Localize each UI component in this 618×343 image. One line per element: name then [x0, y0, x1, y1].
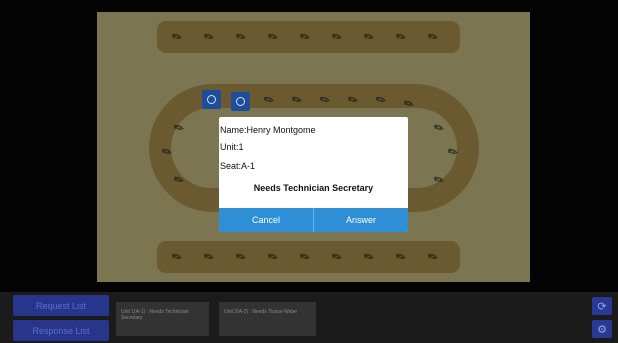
seat-icon[interactable]: ✎	[230, 246, 252, 268]
seat-icon[interactable]: ✎	[390, 246, 412, 268]
seat-selected-a2[interactable]	[231, 92, 250, 111]
seat-marker-icon	[207, 95, 216, 104]
seat-icon[interactable]: ✎	[262, 246, 284, 268]
seat-icon[interactable]: ✎	[326, 26, 348, 48]
seat-icon[interactable]: ✎	[198, 246, 220, 268]
answer-button[interactable]: Answer	[314, 208, 408, 232]
top-seat-row: ✎ ✎ ✎ ✎ ✎ ✎ ✎ ✎ ✎	[157, 21, 460, 53]
seat-icon[interactable]: ✎	[230, 26, 252, 48]
seat-icon[interactable]: ✎	[294, 246, 316, 268]
dialog-unit: Unit:1	[220, 142, 244, 152]
seat-icon[interactable]: ✎	[166, 26, 188, 48]
seat-selected-a1[interactable]	[202, 90, 221, 109]
seat-icon[interactable]: ✎	[358, 26, 380, 48]
refresh-icon[interactable]: ⟳	[592, 297, 612, 315]
response-list-button[interactable]: Response List	[13, 320, 109, 341]
bottom-seat-row: ✎ ✎ ✎ ✎ ✎ ✎ ✎ ✎ ✎	[157, 241, 460, 273]
seat-icon[interactable]: ✎	[358, 246, 380, 268]
request-card[interactable]: Unit 2(A-2) : Needs Tissue Water	[219, 302, 316, 336]
seat-icon[interactable]: ✎	[294, 26, 316, 48]
cancel-button[interactable]: Cancel	[219, 208, 313, 232]
dialog-button-bar: Cancel Answer	[219, 208, 408, 232]
seat-icon[interactable]: ✎	[166, 246, 188, 268]
seat-icon[interactable]: ✎	[326, 246, 348, 268]
request-dialog: Name:Henry Montgome Unit:1 Seat:A-1 Need…	[219, 117, 408, 232]
seat-icon[interactable]: ✎	[390, 26, 412, 48]
dialog-message: Needs Technician Secretary	[253, 183, 374, 193]
seat-icon[interactable]: ✎	[262, 26, 284, 48]
gear-icon[interactable]: ⚙	[592, 320, 612, 338]
seat-marker-icon	[236, 97, 245, 106]
seat-icon[interactable]: ✎	[198, 26, 220, 48]
request-list-button[interactable]: Request List	[13, 295, 109, 316]
request-card[interactable]: Unit 1(A-1) : Needs Technician Secretary	[116, 302, 209, 336]
dialog-seat: Seat:A-1	[220, 161, 256, 171]
seat-icon[interactable]: ✎	[422, 246, 444, 268]
seat-icon[interactable]: ✎	[422, 26, 444, 48]
dialog-name: Name:Henry Montgome	[220, 125, 316, 135]
